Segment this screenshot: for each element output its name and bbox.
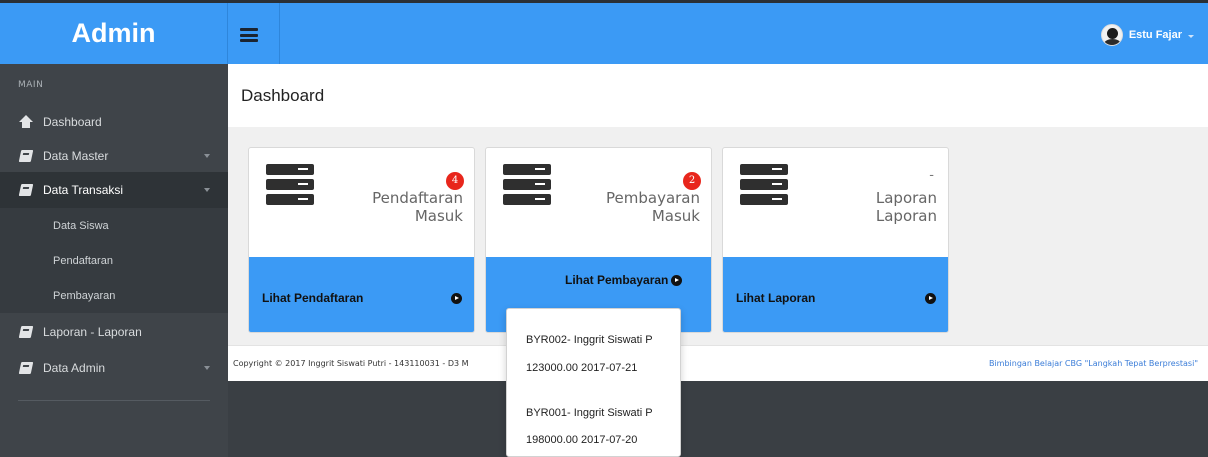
card-link-lihat-pendaftaran[interactable]: Lihat Pendaftaran: [249, 257, 474, 332]
server-icon[interactable]: [740, 164, 788, 206]
card-pendaftaran: 4 Pendaftaran Masuk Lihat Pendaftaran: [248, 147, 475, 333]
card-laporan: - Laporan Laporan Lihat Laporan: [722, 147, 949, 333]
sidebar-item-label: Data Master: [43, 149, 109, 163]
chevron-down-icon: [204, 154, 210, 158]
sidebar-item-data-master[interactable]: Data Master: [0, 138, 228, 174]
card-body: 4 Pendaftaran Masuk: [249, 148, 474, 257]
user-name[interactable]: Estu Fajar: [1129, 29, 1182, 41]
copyright-text: Copyright © 2017 Inggrit Siswati Putri -…: [233, 359, 469, 368]
sidebar-subitem-pendaftaran[interactable]: Pendaftaran: [0, 243, 228, 278]
page-title: Dashboard: [241, 86, 325, 105]
sidebar-subitem-data-siswa[interactable]: Data Siswa: [0, 208, 228, 243]
hamburger-menu-icon[interactable]: [240, 28, 258, 42]
sidebar-subitem-label: Data Siswa: [53, 219, 109, 232]
popover-entry-title[interactable]: BYR002- Inggrit Siswati P: [526, 334, 653, 346]
card-body: 2 Pembayaran Masuk: [486, 148, 711, 257]
book-icon: [19, 361, 33, 375]
card-link-label: Lihat Pendaftaran: [262, 291, 364, 305]
card-text: Pendaftaran Masuk: [372, 189, 463, 225]
avatar: [1100, 24, 1123, 46]
sidebar-subitem-label: Pendaftaran: [53, 254, 113, 267]
sidebar-item-label: Data Transaksi: [43, 183, 124, 197]
server-icon[interactable]: [503, 164, 551, 206]
card-line2: Masuk: [651, 207, 700, 225]
brand[interactable]: Admin: [0, 3, 228, 64]
popover-entry-detail[interactable]: 198000.00 2017-07-20: [526, 434, 637, 446]
sidebar-item-data-admin[interactable]: Data Admin: [0, 350, 228, 386]
card-body: - Laporan Laporan: [723, 148, 948, 257]
book-icon: [19, 325, 33, 339]
chevron-down-icon: [204, 188, 210, 192]
arrow-circle-right-icon: [925, 293, 936, 304]
server-icon[interactable]: [266, 164, 314, 206]
sidebar-divider: [18, 400, 210, 401]
brand-title[interactable]: Admin: [72, 18, 156, 49]
sidebar-item-label: Laporan - Laporan: [43, 325, 142, 339]
card-line1: Pendaftaran: [372, 189, 463, 207]
notification-badge: 2: [683, 172, 701, 190]
card-count: -: [929, 168, 934, 183]
footer-tagline-link[interactable]: Bimbingan Belajar CBG "Langkah Tepat Ber…: [989, 359, 1198, 368]
payment-popover: BYR002- Inggrit Siswati P 123000.00 2017…: [506, 308, 681, 457]
sidebar-section-label: MAIN: [18, 80, 44, 90]
card-text: Laporan Laporan: [876, 189, 937, 225]
card-pembayaran: 2 Pembayaran Masuk Lihat Pembayaran: [485, 147, 712, 333]
book-icon: [19, 149, 33, 163]
card-line2: Laporan: [875, 207, 937, 225]
page-footer: Copyright © 2017 Inggrit Siswati Putri -…: [228, 345, 1208, 381]
book-icon: [19, 183, 33, 197]
arrow-circle-right-icon: [671, 275, 682, 286]
sidebar-item-label: Data Admin: [43, 361, 106, 375]
arrow-circle-right-icon: [451, 293, 462, 304]
card-line2: Masuk: [414, 207, 463, 225]
page-header: Dashboard: [228, 64, 1208, 127]
card-link-label: Lihat Laporan: [736, 291, 816, 305]
sidebar-item-label: Dashboard: [43, 115, 102, 129]
card-line1: Pembayaran: [606, 189, 700, 207]
sidebar-item-dashboard[interactable]: Dashboard: [0, 104, 228, 140]
sidebar-subitem-label: Pembayaran: [53, 289, 116, 302]
popover-entry-title[interactable]: BYR001- Inggrit Siswati P: [526, 407, 653, 419]
sidebar: MAIN Dashboard Data Master Data Transaks…: [0, 64, 228, 457]
sidebar-item-laporan[interactable]: Laporan - Laporan: [0, 314, 228, 350]
popover-entry-detail[interactable]: 123000.00 2017-07-21: [526, 362, 637, 374]
sidebar-subitem-pembayaran[interactable]: Pembayaran: [0, 278, 228, 313]
card-text: Pembayaran Masuk: [606, 189, 700, 225]
notification-badge: 4: [446, 172, 464, 190]
main-content: Dashboard 4 Pendaftaran Masuk Lihat Pend…: [228, 64, 1208, 345]
home-icon: [19, 115, 33, 129]
top-navbar: Admin Estu Fajar: [0, 0, 1208, 64]
sidebar-item-data-transaksi[interactable]: Data Transaksi: [0, 172, 228, 208]
caret-down-icon: [1188, 34, 1194, 38]
card-line1: Laporan: [875, 189, 937, 207]
toggle-divider: [279, 3, 280, 64]
user-menu[interactable]: Estu Fajar: [1100, 24, 1194, 46]
chevron-down-icon: [204, 366, 210, 370]
card-link-lihat-laporan[interactable]: Lihat Laporan: [723, 257, 948, 332]
card-link-label: Lihat Pembayaran: [565, 273, 669, 287]
